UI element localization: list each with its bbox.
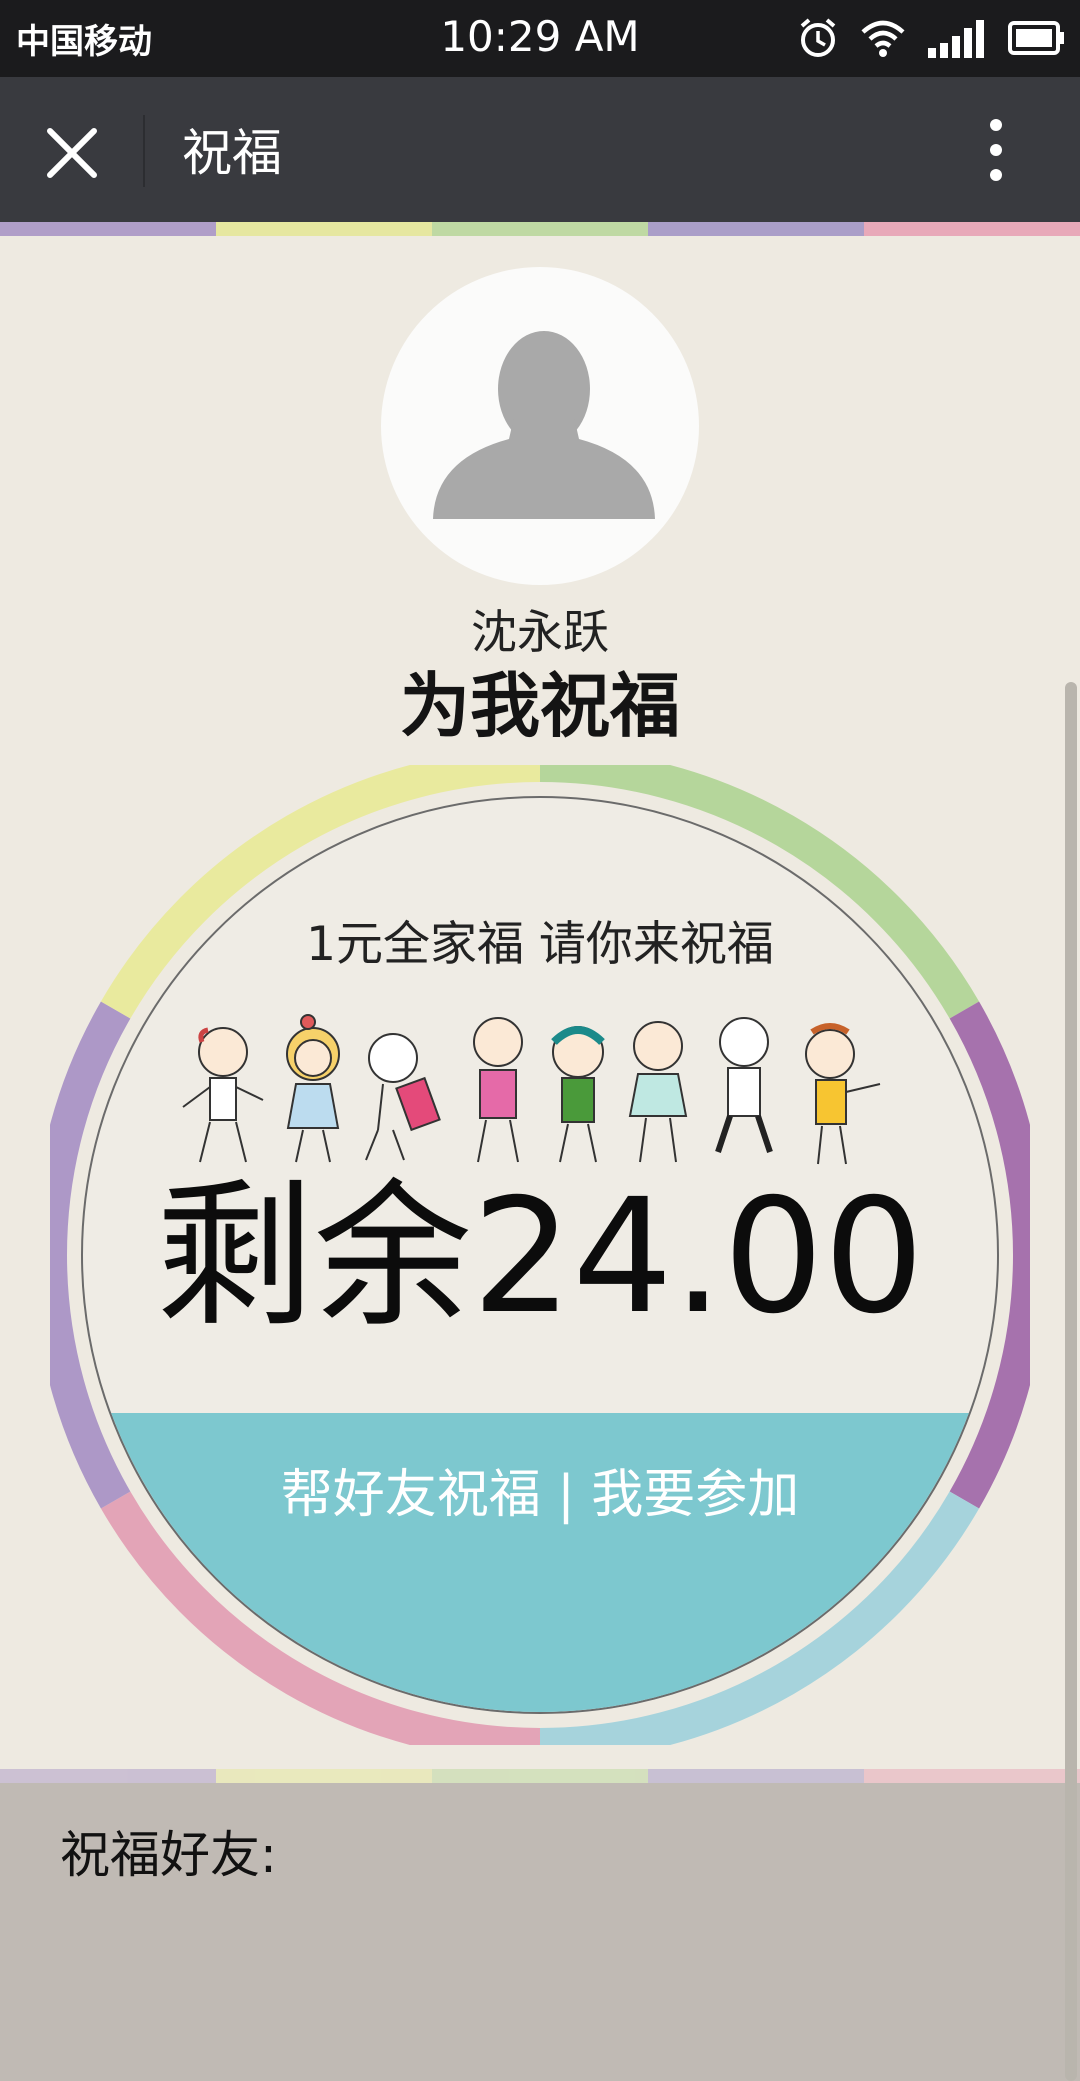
bottom-color-stripe <box>0 1769 1080 1783</box>
more-vertical-icon[interactable] <box>974 115 1018 185</box>
headline: 为我祝福 <box>400 665 680 747</box>
nav-bar: 祝福 <box>0 77 1080 222</box>
card-subtitle: 1元全家福 请你来祝福 <box>306 917 774 972</box>
close-icon[interactable] <box>42 123 102 183</box>
wifi-icon <box>861 20 905 57</box>
avatar[interactable] <box>381 267 699 585</box>
signal-icon <box>928 20 984 58</box>
kids-illustration <box>182 1014 881 1165</box>
status-icons <box>798 16 1066 60</box>
user-silhouette-icon <box>433 331 655 519</box>
nav-divider <box>143 115 145 187</box>
scrollbar[interactable] <box>1065 682 1077 2081</box>
top-color-stripe <box>0 222 1080 236</box>
page-title: 祝福 <box>182 124 282 182</box>
remaining-amount: 剩余24.00 <box>155 1165 925 1349</box>
battery-icon <box>1008 21 1064 55</box>
friends-label: 祝福好友: <box>60 1826 277 1884</box>
alarm-icon <box>800 18 836 57</box>
status-bar: 中国移动 10:29 AM <box>0 0 1080 77</box>
join-bless-button[interactable]: 帮好友祝福 | 我要参加 <box>0 1452 1080 1527</box>
friends-section: 祝福好友: <box>0 1783 1080 2081</box>
